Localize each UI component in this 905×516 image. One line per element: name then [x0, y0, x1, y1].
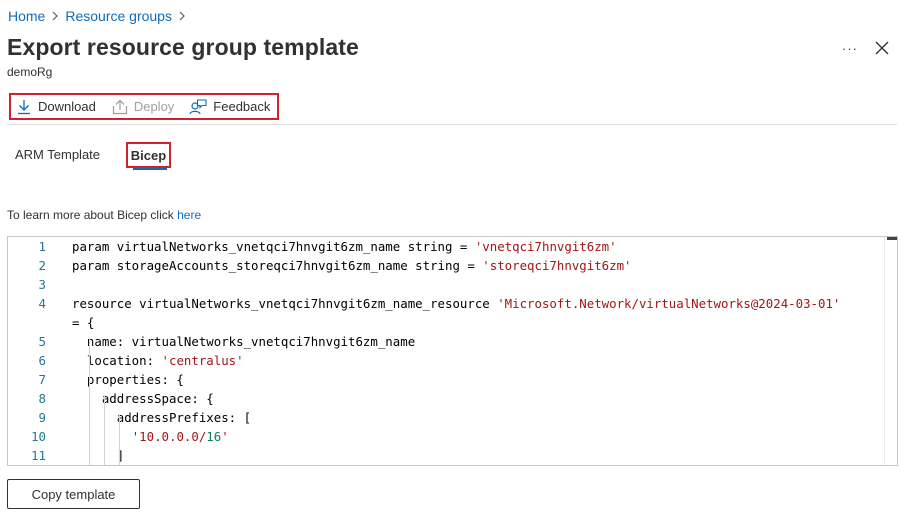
- more-icon[interactable]: ···: [840, 38, 860, 58]
- breadcrumb-resource-groups[interactable]: Resource groups: [65, 8, 172, 24]
- code-text: resource virtualNetworks_vnetqci7hnvgit6…: [72, 294, 840, 313]
- line-number: 10: [31, 429, 46, 444]
- tab-arm-template[interactable]: ARM Template: [15, 147, 100, 162]
- code-token: addressPrefixes: [: [72, 410, 252, 425]
- code-token: 'centralus': [161, 353, 244, 368]
- indent-guide: [119, 414, 120, 465]
- selected-tab-indicator: [133, 168, 167, 170]
- breadcrumb: Home Resource groups: [8, 7, 192, 25]
- deploy-label: Deploy: [133, 99, 175, 114]
- code-text: addressPrefixes: [: [72, 408, 251, 427]
- code-token: 'storeqci7hnvgit6zm': [482, 258, 632, 273]
- code-editor[interactable]: 11 ] 10 '10.0.0.0/16' 9 addressPrefixes: […: [7, 236, 898, 466]
- close-icon[interactable]: [872, 38, 892, 58]
- line-number: 4: [38, 296, 46, 311]
- indent-guide: [104, 395, 105, 465]
- code-token: addressSpace: {: [72, 391, 214, 406]
- line-number: 8: [38, 391, 46, 406]
- line-number: 7: [38, 372, 46, 387]
- code-text: '10.0.0.0/16': [72, 427, 229, 446]
- deploy-icon: [112, 99, 127, 114]
- command-bar: Download Deploy Feedback: [9, 93, 279, 120]
- indent-guide: [89, 338, 90, 465]
- download-button[interactable]: Download: [16, 95, 96, 118]
- line-number: 6: [38, 353, 46, 368]
- code-token: location:: [72, 353, 162, 368]
- feedback-label: Feedback: [213, 99, 271, 114]
- code-token: 'vnetqci7hnvgit6zm': [474, 239, 617, 254]
- code-token: param storageAccounts_storeqci7hnvgit6zm…: [72, 258, 483, 273]
- page-subtitle: demoRg: [7, 65, 53, 79]
- line-number: 3: [38, 277, 46, 292]
- code-token: param virtualNetworks_vnetqci7hnvgit6zm_…: [72, 239, 475, 254]
- chevron-right-icon: [178, 11, 186, 21]
- line-number: 2: [38, 258, 46, 273]
- tab-bicep[interactable]: Bicep: [126, 142, 171, 168]
- editor-scrollbar[interactable]: [884, 237, 897, 465]
- page-title: Export resource group template: [7, 34, 359, 60]
- feedback-button[interactable]: Feedback: [189, 95, 270, 118]
- code-text: addressSpace: {: [72, 389, 214, 408]
- line-number: 9: [38, 410, 46, 425]
- code-text: param storageAccounts_storeqci7hnvgit6zm…: [72, 256, 632, 275]
- line-number: 11: [31, 448, 46, 463]
- download-icon: [18, 99, 30, 114]
- learn-more-link[interactable]: here: [177, 208, 201, 222]
- deploy-button[interactable]: Deploy: [112, 95, 174, 118]
- code-token: ]: [72, 448, 125, 463]
- feedback-icon: [189, 98, 207, 114]
- learn-more-text: To learn more about Bicep click here: [7, 208, 201, 222]
- learn-more-label: To learn more about Bicep click: [7, 208, 178, 222]
- download-label: Download: [38, 99, 96, 114]
- breadcrumb-home[interactable]: Home: [8, 8, 45, 24]
- code-text: param virtualNetworks_vnetqci7hnvgit6zm_…: [72, 237, 617, 256]
- code-token: ': [221, 429, 229, 444]
- code-token: name: virtualNetworks_vnetqci7hnvgit6zm_…: [72, 334, 416, 349]
- line-number: 1: [38, 239, 46, 254]
- code-text: location: 'centralus': [72, 351, 244, 370]
- code-token: 'Microsoft.Network/virtualNetworks@2024-…: [497, 296, 841, 311]
- chevron-right-icon: [51, 11, 59, 21]
- code-text: = {: [72, 313, 94, 332]
- code-token: 16: [206, 429, 222, 444]
- code-token: '10.0.0.0/: [131, 429, 207, 444]
- scrollbar-thumb[interactable]: [887, 237, 897, 240]
- code-text: ]: [72, 446, 124, 465]
- code-text: name: virtualNetworks_vnetqci7hnvgit6zm_…: [72, 332, 415, 351]
- line-number: 5: [38, 334, 46, 349]
- code-token: resource virtualNetworks_vnetqci7hnvgit6…: [72, 296, 498, 311]
- code-token: = {: [72, 315, 95, 330]
- copy-template-button[interactable]: Copy template: [7, 479, 140, 509]
- toolbar-divider: [7, 124, 897, 125]
